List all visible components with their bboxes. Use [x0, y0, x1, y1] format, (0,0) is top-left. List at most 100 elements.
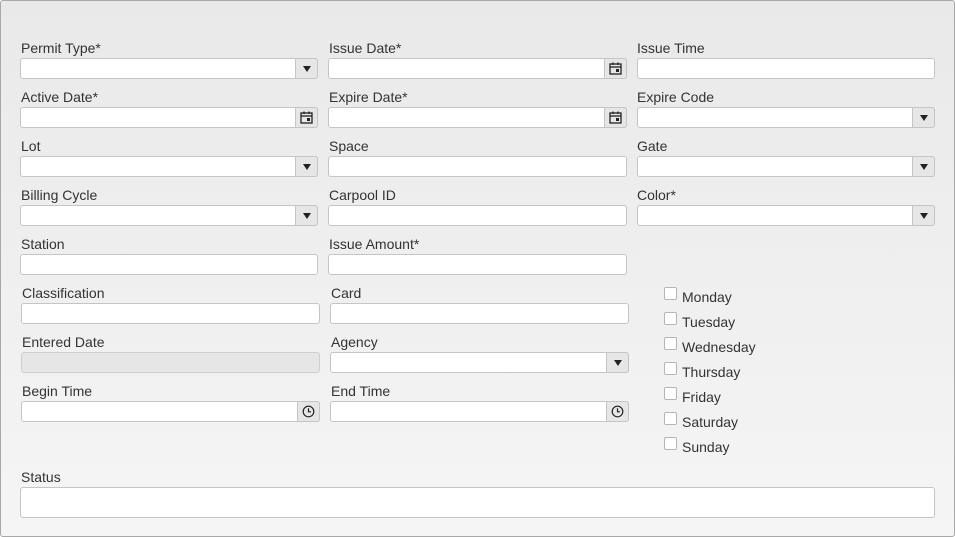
billing-cycle-value[interactable]	[21, 206, 317, 225]
lot-label: Lot	[21, 138, 41, 154]
issue-time-label: Issue Time	[637, 40, 705, 56]
wednesday-checkbox[interactable]	[664, 337, 677, 350]
calendar-icon	[300, 111, 313, 124]
monday-label: Monday	[682, 289, 732, 305]
gate-select[interactable]	[637, 156, 935, 177]
thursday-label: Thursday	[682, 364, 741, 380]
calendar-icon	[609, 111, 622, 124]
active-date-label: Active Date*	[21, 89, 99, 105]
end-time-clock-button[interactable]	[606, 401, 629, 422]
begin-time-field[interactable]	[21, 401, 320, 422]
issue-amount-field[interactable]	[328, 254, 627, 275]
lot-value[interactable]	[21, 157, 317, 176]
status-field[interactable]	[20, 487, 935, 518]
wednesday-label: Wednesday	[682, 339, 756, 355]
gate-label: Gate	[637, 138, 668, 154]
expire-code-value[interactable]	[638, 108, 934, 127]
permit-form-panel: Permit Type* Issue Date* Issue Time Acti…	[0, 0, 955, 537]
expire-date-calendar-button[interactable]	[604, 107, 627, 128]
agency-select[interactable]	[330, 352, 629, 373]
station-field[interactable]	[20, 254, 318, 275]
entered-date-label: Entered Date	[22, 334, 105, 350]
card-value[interactable]	[331, 304, 628, 323]
issue-amount-value[interactable]	[329, 255, 626, 274]
active-date-calendar-button[interactable]	[295, 107, 318, 128]
friday-checkbox[interactable]	[664, 387, 677, 400]
space-field[interactable]	[328, 156, 627, 177]
issue-date-calendar-button[interactable]	[604, 58, 627, 79]
expire-code-select[interactable]	[637, 107, 935, 128]
carpool-id-value[interactable]	[329, 206, 626, 225]
tuesday-checkbox[interactable]	[664, 312, 677, 325]
issue-date-field[interactable]	[328, 58, 627, 79]
issue-date-value[interactable]	[329, 59, 626, 78]
space-label: Space	[329, 138, 369, 154]
clock-icon	[302, 405, 315, 418]
chevron-down-icon	[302, 212, 311, 219]
permit-type-value[interactable]	[21, 59, 317, 78]
classification-label: Classification	[22, 285, 105, 301]
status-label: Status	[21, 469, 61, 485]
carpool-id-label: Carpool ID	[329, 187, 396, 203]
station-label: Station	[21, 236, 65, 252]
billing-cycle-dropdown-button[interactable]	[295, 205, 318, 226]
space-value[interactable]	[329, 157, 626, 176]
thursday-checkbox[interactable]	[664, 362, 677, 375]
chevron-down-icon	[302, 163, 311, 170]
calendar-icon	[609, 62, 622, 75]
chevron-down-icon	[919, 212, 928, 219]
gate-dropdown-button[interactable]	[912, 156, 935, 177]
expire-code-dropdown-button[interactable]	[912, 107, 935, 128]
chevron-down-icon	[919, 114, 928, 121]
classification-field[interactable]	[21, 303, 320, 324]
expire-date-field[interactable]	[328, 107, 627, 128]
end-time-field[interactable]	[330, 401, 629, 422]
billing-cycle-select[interactable]	[20, 205, 318, 226]
friday-label: Friday	[682, 389, 721, 405]
color-select[interactable]	[637, 205, 935, 226]
issue-date-label: Issue Date*	[329, 40, 402, 56]
issue-time-value[interactable]	[638, 59, 934, 78]
permit-type-dropdown-button[interactable]	[295, 58, 318, 79]
gate-value[interactable]	[638, 157, 934, 176]
active-date-field[interactable]	[20, 107, 318, 128]
classification-value[interactable]	[22, 304, 319, 323]
chevron-down-icon	[302, 65, 311, 72]
agency-value[interactable]	[331, 353, 628, 372]
expire-date-label: Expire Date*	[329, 89, 408, 105]
chevron-down-icon	[613, 359, 622, 366]
carpool-id-field[interactable]	[328, 205, 627, 226]
sunday-label: Sunday	[682, 439, 730, 455]
lot-select[interactable]	[20, 156, 318, 177]
color-label: Color*	[637, 187, 676, 203]
card-field[interactable]	[330, 303, 629, 324]
station-value[interactable]	[21, 255, 317, 274]
status-value[interactable]	[21, 488, 934, 517]
issue-time-field[interactable]	[637, 58, 935, 79]
active-date-value[interactable]	[21, 108, 317, 127]
begin-time-value[interactable]	[22, 402, 319, 421]
color-value[interactable]	[638, 206, 934, 225]
permit-type-select[interactable]	[20, 58, 318, 79]
entered-date-field	[21, 352, 320, 373]
monday-checkbox[interactable]	[664, 287, 677, 300]
clock-icon	[611, 405, 624, 418]
agency-dropdown-button[interactable]	[606, 352, 629, 373]
end-time-value[interactable]	[331, 402, 628, 421]
color-dropdown-button[interactable]	[912, 205, 935, 226]
lot-dropdown-button[interactable]	[295, 156, 318, 177]
saturday-label: Saturday	[682, 414, 739, 430]
expire-code-label: Expire Code	[637, 89, 715, 105]
begin-time-label: Begin Time	[22, 383, 93, 399]
begin-time-clock-button[interactable]	[297, 401, 320, 422]
saturday-checkbox[interactable]	[664, 412, 677, 425]
agency-label: Agency	[331, 334, 378, 350]
tuesday-label: Tuesday	[682, 314, 736, 330]
entered-date-value	[22, 353, 319, 372]
expire-date-value[interactable]	[329, 108, 626, 127]
card-label: Card	[331, 285, 362, 301]
sunday-checkbox[interactable]	[664, 437, 677, 450]
end-time-label: End Time	[331, 383, 391, 399]
chevron-down-icon	[919, 163, 928, 170]
permit-type-label: Permit Type*	[21, 40, 101, 56]
